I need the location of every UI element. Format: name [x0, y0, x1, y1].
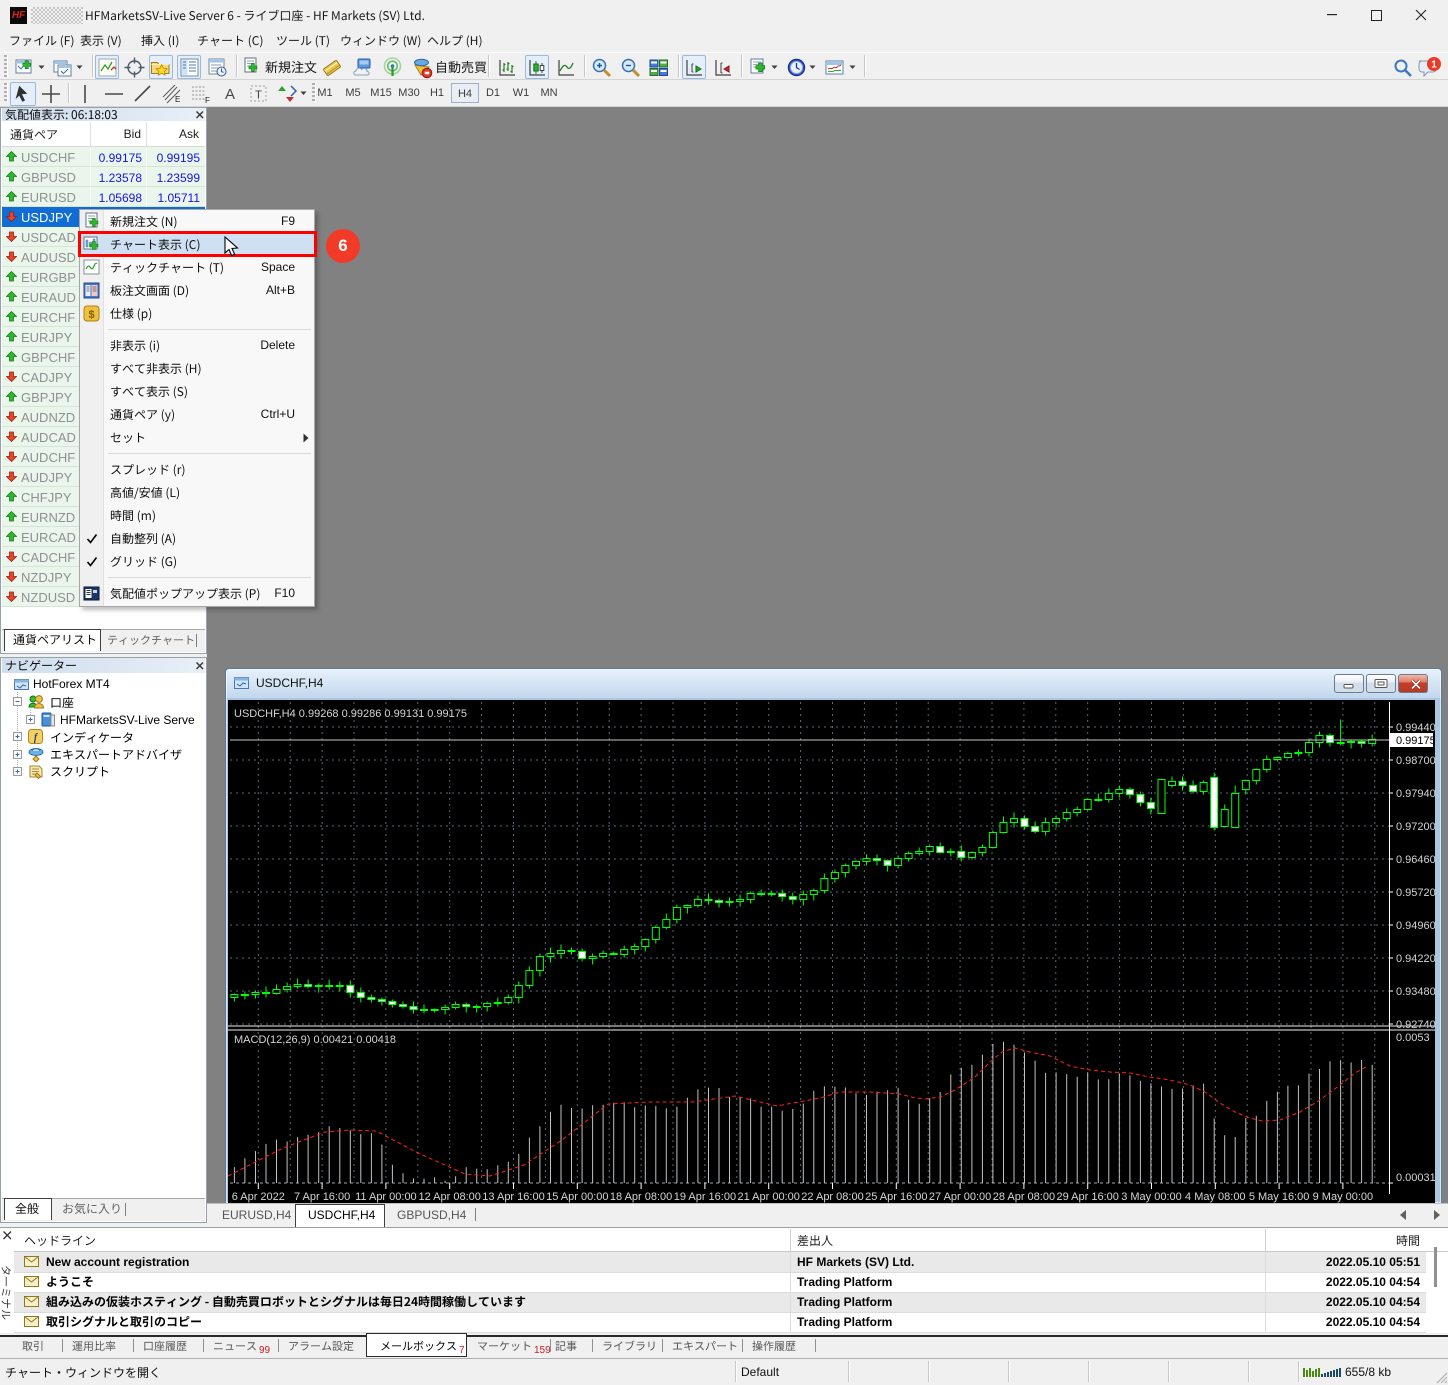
svg-text:27 Apr 00:00: 27 Apr 00:00: [929, 1191, 991, 1203]
svg-text:MACD(12,26,9) 0.00421 0.00418: MACD(12,26,9) 0.00421 0.00418: [234, 1034, 396, 1046]
svg-text:E: E: [175, 95, 180, 104]
svg-text:0.99440: 0.99440: [1396, 722, 1435, 734]
svg-text:6 Apr 2022: 6 Apr 2022: [232, 1191, 285, 1203]
svg-text:22 Apr 08:00: 22 Apr 08:00: [801, 1191, 863, 1203]
svg-text:0.98700: 0.98700: [1396, 755, 1435, 767]
svg-text:A: A: [225, 86, 235, 103]
svg-text:F: F: [205, 96, 210, 105]
svg-text:0.0053: 0.0053: [1396, 1032, 1430, 1044]
svg-text:3 May 00:00: 3 May 00:00: [1121, 1191, 1182, 1203]
svg-text:0.97940: 0.97940: [1396, 788, 1435, 800]
svg-text:19 Apr 16:00: 19 Apr 16:00: [674, 1191, 736, 1203]
svg-text:9 May 00:00: 9 May 00:00: [1313, 1191, 1374, 1203]
svg-text:18 Apr 08:00: 18 Apr 08:00: [610, 1191, 672, 1203]
svg-text:15 Apr 00:00: 15 Apr 00:00: [546, 1191, 608, 1203]
svg-text:0.94220: 0.94220: [1396, 953, 1435, 965]
svg-text:0.92740: 0.92740: [1396, 1019, 1435, 1031]
svg-text:28 Apr 08:00: 28 Apr 08:00: [993, 1191, 1055, 1203]
svg-text:0.00031: 0.00031: [1396, 1172, 1435, 1184]
svg-text:0.93480: 0.93480: [1396, 986, 1435, 998]
svg-text:USDCHF,H4 0.99268 0.99286 0.9: USDCHF,H4 0.99268 0.99286 0.99131 0.9917…: [234, 708, 467, 720]
svg-text:1: 1: [1431, 60, 1437, 71]
svg-text:13 Apr 16:00: 13 Apr 16:00: [482, 1191, 544, 1203]
svg-text:7 Apr 16:00: 7 Apr 16:00: [294, 1191, 350, 1203]
svg-text:0.99175: 0.99175: [1396, 735, 1435, 747]
svg-text:0.95720: 0.95720: [1396, 887, 1435, 899]
svg-text:T: T: [255, 89, 262, 103]
svg-text:5 May 16:00: 5 May 16:00: [1249, 1191, 1310, 1203]
svg-text:12 Apr 08:00: 12 Apr 08:00: [419, 1191, 481, 1203]
svg-text:4 May 08:00: 4 May 08:00: [1185, 1191, 1246, 1203]
svg-text:25 Apr 16:00: 25 Apr 16:00: [865, 1191, 927, 1203]
svg-text:0.94960: 0.94960: [1396, 920, 1435, 932]
svg-text:11 Apr 00:00: 11 Apr 00:00: [355, 1191, 417, 1203]
svg-text:21 Apr 00:00: 21 Apr 00:00: [738, 1191, 800, 1203]
svg-text:0.97200: 0.97200: [1396, 821, 1435, 833]
svg-text:$: $: [88, 309, 94, 321]
svg-text:29 Apr 16:00: 29 Apr 16:00: [1057, 1191, 1119, 1203]
svg-text:0.96460: 0.96460: [1396, 854, 1435, 866]
